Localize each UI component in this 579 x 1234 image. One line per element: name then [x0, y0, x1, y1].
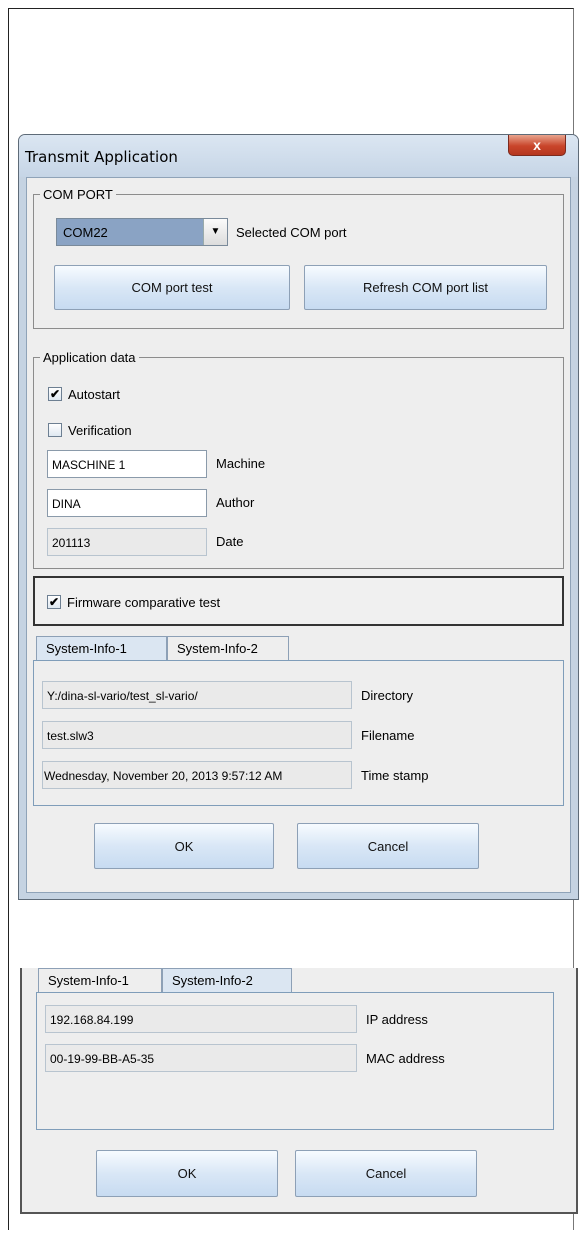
tab-system-info-1[interactable]: System-Info-1 — [36, 636, 167, 660]
timestamp-field: Wednesday, November 20, 2013 9:57:12 AM — [42, 761, 352, 789]
com-port-group: COM PORT COM22 ▼ Selected COM port COM p… — [33, 187, 564, 329]
selected-com-port-label: Selected COM port — [236, 225, 347, 240]
dialog-client-area: COM PORT COM22 ▼ Selected COM port COM p… — [26, 177, 571, 893]
machine-label: Machine — [216, 456, 266, 471]
ip-address-field: 192.168.84.199 — [45, 1005, 357, 1033]
check-icon: ✔ — [48, 595, 60, 609]
tab-system-info-2[interactable]: System-Info-2 — [167, 636, 289, 660]
ok-button[interactable]: OK — [96, 1150, 278, 1197]
title-bar: Transmit Application x — [19, 135, 578, 177]
autostart-label: Autostart — [68, 386, 121, 402]
system-info-1-panel: Y:/dina-sl-vario/test_sl-vario/ Director… — [33, 660, 564, 806]
sysinfo2-tabbar: System-Info-1 System-Info-2 — [38, 968, 298, 992]
ip-address-label: IP address — [366, 1012, 428, 1027]
refresh-com-port-list-button[interactable]: Refresh COM port list — [304, 265, 547, 310]
com-port-test-button[interactable]: COM port test — [54, 265, 290, 310]
firmware-test-box: ✔ Firmware comparative test — [33, 576, 564, 626]
transmit-application-dialog: Transmit Application x COM PORT COM22 ▼ … — [18, 134, 579, 900]
com-port-selected-value: COM22 — [57, 219, 203, 245]
tab-system-info-2[interactable]: System-Info-2 — [162, 968, 292, 992]
system-info-2-panel: 192.168.84.199 IP address 00-19-99-BB-A5… — [36, 992, 554, 1130]
filename-label: Filename — [361, 728, 415, 743]
verification-checkbox-row[interactable]: Verification — [48, 421, 132, 439]
date-label: Date — [216, 534, 244, 549]
chevron-down-icon[interactable]: ▼ — [203, 219, 227, 245]
check-icon: ✔ — [49, 387, 61, 401]
firmware-checkbox-row[interactable]: ✔ Firmware comparative test — [47, 593, 220, 611]
verification-label: Verification — [68, 422, 132, 438]
author-field[interactable]: DINA — [47, 489, 207, 517]
sysinfo-tabbar: System-Info-1 System-Info-2 — [36, 636, 326, 660]
filename-field: test.slw3 — [42, 721, 352, 749]
firmware-label: Firmware comparative test — [67, 594, 221, 610]
mac-address-label: MAC address — [366, 1051, 445, 1066]
mac-address-field: 00-19-99-BB-A5-35 — [45, 1044, 357, 1072]
tab-system-info-1[interactable]: System-Info-1 — [38, 968, 162, 992]
cancel-button[interactable]: Cancel — [297, 823, 479, 869]
autostart-checkbox[interactable]: ✔ — [48, 387, 62, 401]
directory-field: Y:/dina-sl-vario/test_sl-vario/ — [42, 681, 352, 709]
system-info-2-view: System-Info-1 System-Info-2 192.168.84.1… — [20, 968, 578, 1214]
directory-label: Directory — [361, 688, 414, 703]
com-port-select[interactable]: COM22 ▼ — [56, 218, 228, 246]
close-button[interactable]: x — [508, 135, 566, 156]
application-data-legend: Application data — [40, 350, 139, 365]
verification-checkbox[interactable] — [48, 423, 62, 437]
autostart-checkbox-row[interactable]: ✔ Autostart — [48, 385, 120, 403]
date-field: 201113 — [47, 528, 207, 556]
timestamp-label: Time stamp — [361, 768, 429, 783]
firmware-checkbox[interactable]: ✔ — [47, 595, 61, 609]
author-label: Author — [216, 495, 255, 510]
machine-field[interactable]: MASCHINE 1 — [47, 450, 207, 478]
dialog-title: Transmit Application — [25, 148, 178, 166]
application-data-group: Application data ✔ Autostart Verificatio… — [33, 350, 564, 569]
cancel-button[interactable]: Cancel — [295, 1150, 477, 1197]
com-port-legend: COM PORT — [40, 187, 116, 202]
close-icon: x — [533, 137, 541, 153]
ok-button[interactable]: OK — [94, 823, 274, 869]
